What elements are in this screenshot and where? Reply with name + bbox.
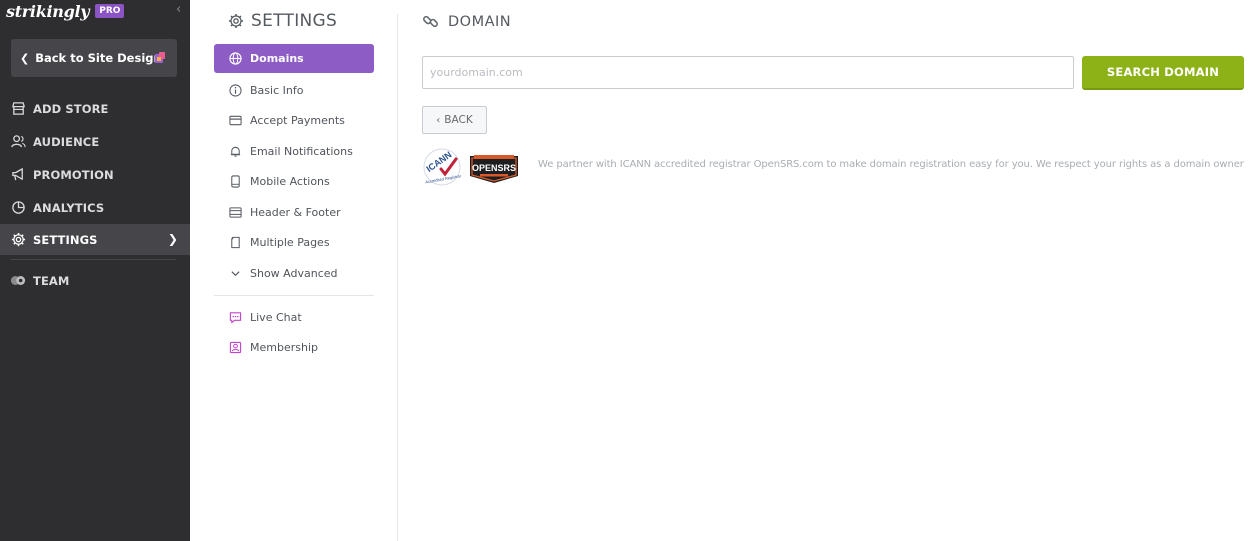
settings-title-label: SETTINGS xyxy=(251,11,338,31)
back-button[interactable]: ‹ BACK xyxy=(422,106,487,134)
back-to-site-design-label: Back to Site Design xyxy=(35,51,162,65)
settings-item-label: Mobile Actions xyxy=(250,175,330,189)
settings-menu: Domains Basic Info Accept Payments Email… xyxy=(214,44,374,302)
settings-item-show-advanced[interactable]: Show Advanced xyxy=(214,258,374,289)
chevron-right-icon: ❯ xyxy=(167,232,178,246)
domain-title: DOMAIN xyxy=(422,13,511,30)
settings-title: SETTINGS xyxy=(228,11,337,31)
sidebar-item-team[interactable]: TEAM xyxy=(0,264,190,297)
sidebar-item-label: ADD STORE xyxy=(33,101,109,116)
chevron-left-icon: ‹ xyxy=(436,114,441,126)
settings-item-label: Multiple Pages xyxy=(250,236,330,250)
settings-item-multiple-pages[interactable]: Multiple Pages xyxy=(214,228,374,259)
opensrs-logo-text: OPENSRS xyxy=(472,163,516,173)
mobile-icon xyxy=(228,175,242,189)
chevron-left-icon: ❮ xyxy=(20,51,30,65)
domain-panel: DOMAIN SEARCH DOMAIN ‹ BACK ICANN Accred… xyxy=(422,0,1244,541)
settings-item-live-chat[interactable]: Live Chat xyxy=(214,302,374,333)
sidebar-item-analytics[interactable]: ANALYTICS xyxy=(0,191,190,224)
settings-item-basic-info[interactable]: Basic Info xyxy=(214,75,374,106)
sidebar-item-audience[interactable]: AUDIENCE xyxy=(0,125,190,158)
settings-item-email-notifications[interactable]: Email Notifications xyxy=(214,136,374,167)
search-domain-button[interactable]: SEARCH DOMAIN xyxy=(1082,56,1244,90)
settings-item-label: Domains xyxy=(250,52,304,65)
gear-icon xyxy=(229,14,243,28)
chat-icon xyxy=(228,310,242,324)
sidebar-item-promotion[interactable]: PROMOTION xyxy=(0,158,190,191)
back-button-label: BACK xyxy=(444,114,473,126)
collapse-sidebar-icon[interactable]: ‹ xyxy=(176,3,188,17)
settings-item-label: Show Advanced xyxy=(250,266,338,280)
main-sidebar: strikingly PRO ‹ ❮ Back to Site Design A… xyxy=(0,0,190,541)
site-design-icon xyxy=(155,52,165,63)
domain-search-input[interactable] xyxy=(422,56,1074,89)
settings-menu-apps: Live Chat Membership xyxy=(214,302,374,363)
opensrs-logo: OPENSRS xyxy=(470,155,518,183)
settings-item-label: Accept Payments xyxy=(250,114,345,128)
settings-item-header-footer[interactable]: Header & Footer xyxy=(214,197,374,228)
team-icon xyxy=(10,273,26,289)
pie-chart-icon xyxy=(10,200,26,216)
sidebar-item-label: SETTINGS xyxy=(33,232,98,247)
settings-item-label: Header & Footer xyxy=(250,205,341,219)
sidebar-item-add-store[interactable]: ADD STORE xyxy=(0,92,190,125)
brand: strikingly PRO xyxy=(6,1,125,21)
chevron-down-icon xyxy=(228,266,242,280)
sidebar-item-label: PROMOTION xyxy=(33,167,114,182)
partner-text: We partner with ICANN accredited registr… xyxy=(538,159,1244,170)
app-window: strikingly PRO ‹ ❮ Back to Site Design A… xyxy=(0,0,1255,541)
settings-item-label: Email Notifications xyxy=(250,144,353,158)
link-icon xyxy=(423,15,438,28)
globe-icon xyxy=(228,52,242,66)
settings-item-label: Live Chat xyxy=(250,310,302,324)
sidebar-divider xyxy=(10,259,176,260)
domain-title-label: DOMAIN xyxy=(448,13,512,30)
audience-icon xyxy=(10,134,26,150)
store-icon xyxy=(10,101,26,117)
pro-badge: PRO xyxy=(95,4,125,18)
sidebar-item-label: AUDIENCE xyxy=(33,134,100,149)
settings-item-membership[interactable]: Membership xyxy=(214,333,374,364)
pages-icon xyxy=(228,236,242,250)
settings-menu-panel: SETTINGS Domains Basic Info Accept Payme… xyxy=(214,0,374,541)
settings-item-label: Membership xyxy=(250,341,318,355)
card-icon xyxy=(228,114,242,128)
settings-item-domains[interactable]: Domains xyxy=(214,44,374,73)
settings-item-mobile-actions[interactable]: Mobile Actions xyxy=(214,167,374,198)
gear-icon xyxy=(10,232,26,248)
sidebar-item-label: ANALYTICS xyxy=(33,200,105,215)
membership-icon xyxy=(228,341,242,355)
megaphone-icon xyxy=(10,167,26,183)
back-to-site-design-button[interactable]: ❮ Back to Site Design xyxy=(11,39,177,77)
sidebar-item-settings[interactable]: SETTINGS ❯ xyxy=(0,224,190,255)
strikingly-logo: strikingly xyxy=(6,1,90,21)
panel-divider xyxy=(397,14,398,541)
icann-logo: ICANN Accredited Registrar xyxy=(423,148,462,186)
sidebar-item-label: TEAM xyxy=(33,273,70,288)
partner-logos: ICANN Accredited Registrar OPENSRS xyxy=(422,146,520,188)
bell-icon xyxy=(228,144,242,158)
settings-item-accept-payments[interactable]: Accept Payments xyxy=(214,106,374,137)
sidebar-nav: ADD STORE AUDIENCE PROMOTION ANALYTICS S… xyxy=(0,92,190,297)
layout-icon xyxy=(228,205,242,219)
info-icon xyxy=(228,83,242,97)
menu-divider xyxy=(214,294,374,296)
settings-item-label: Basic Info xyxy=(250,83,304,97)
